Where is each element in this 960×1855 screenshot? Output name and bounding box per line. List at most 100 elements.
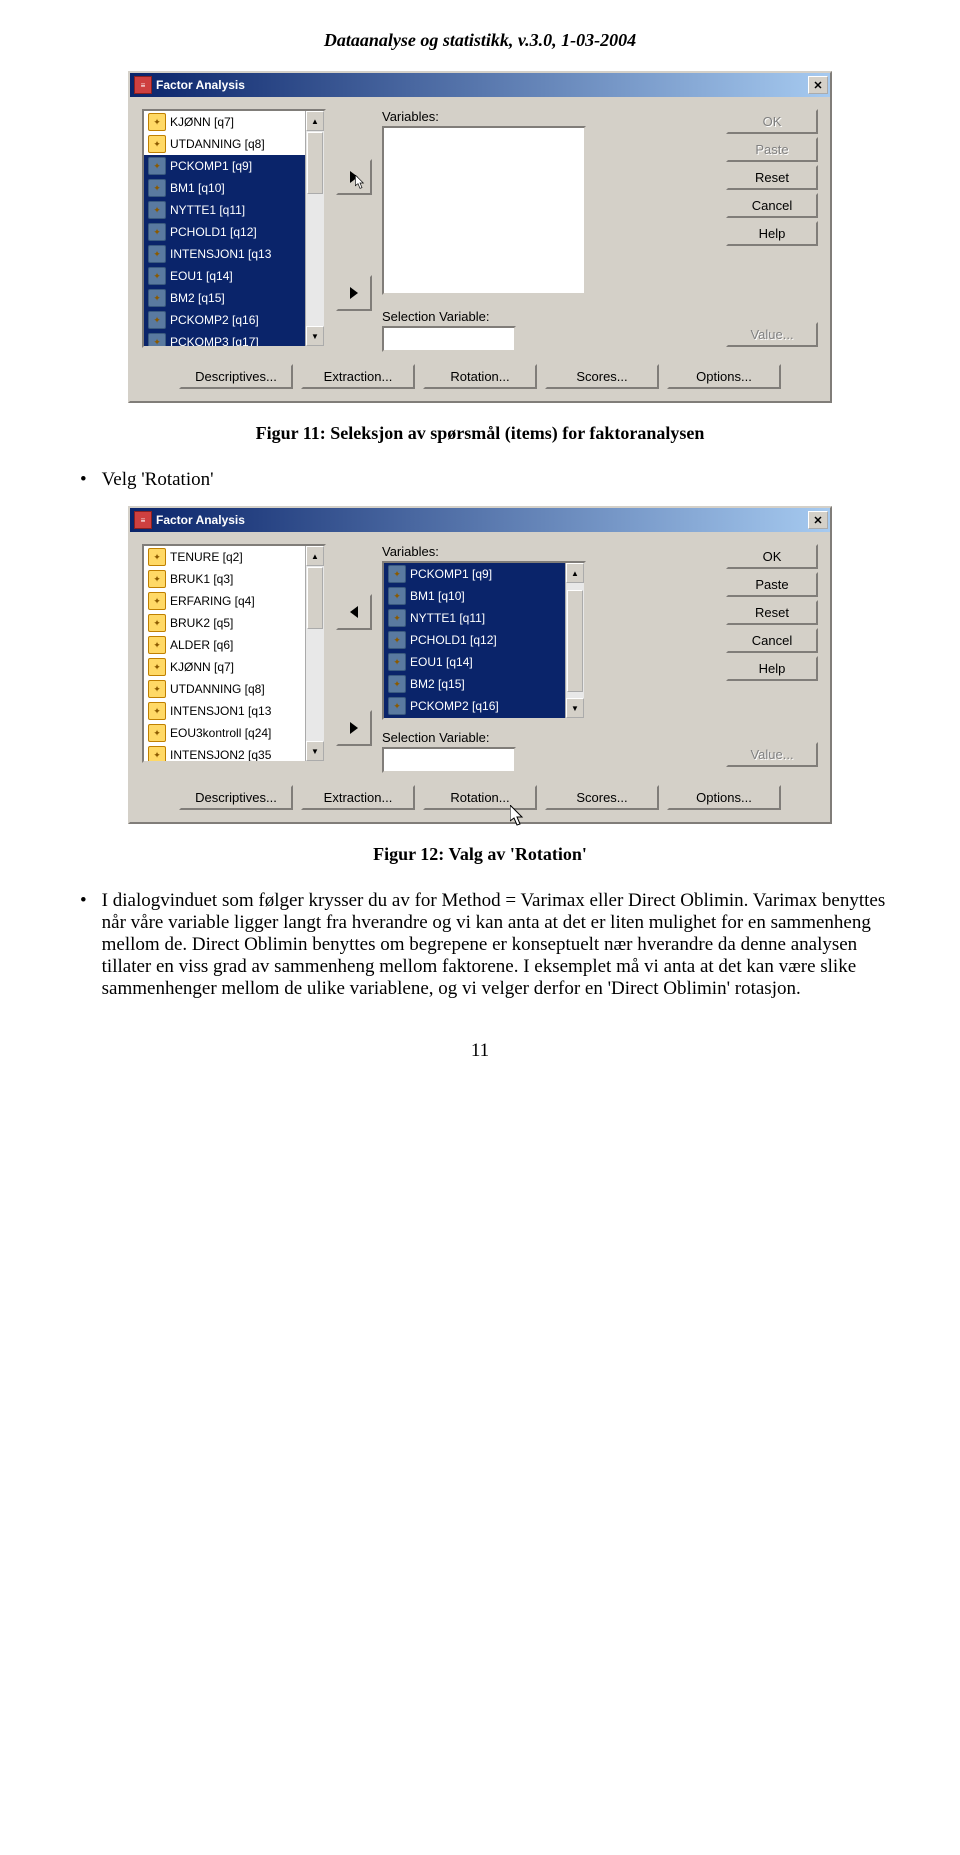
list-item[interactable]: PCKOMP1 [q9]: [384, 563, 584, 585]
list-item[interactable]: PCKOMP2 [q16]: [384, 695, 584, 717]
variable-icon: [148, 548, 166, 566]
move-selection-button[interactable]: [336, 275, 372, 311]
scroll-down-icon[interactable]: ▼: [566, 698, 584, 718]
source-variables-list[interactable]: TENURE [q2] BRUK1 [q3] ERFARING [q4] BRUK2 …: [142, 544, 326, 763]
source-variables-list[interactable]: KJØNN [q7] UTDANNING [q8] PCKOMP1 [q9] BM1 …: [142, 109, 326, 348]
list-item[interactable]: BM1 [q10]: [144, 177, 324, 199]
list-item[interactable]: KJØNN [q7]: [144, 111, 324, 133]
move-right-button[interactable]: [336, 159, 372, 195]
list-item-label: PCKOMP2 [q16]: [410, 699, 499, 713]
ok-button[interactable]: OK: [726, 544, 818, 569]
cancel-button[interactable]: Cancel: [726, 193, 818, 218]
title-bar[interactable]: ≡Factor Analysis ✕: [130, 508, 830, 532]
scroll-thumb[interactable]: [567, 590, 583, 692]
app-icon: ≡: [134, 76, 152, 94]
list-item-label: PCKOMP1 [q9]: [170, 159, 252, 173]
list-item[interactable]: PCHOLD1 [q12]: [384, 629, 584, 651]
scroll-down-icon[interactable]: ▼: [306, 326, 324, 346]
variable-icon: [388, 697, 406, 715]
paste-button[interactable]: Paste: [726, 572, 818, 597]
options-button[interactable]: Options...: [667, 364, 781, 389]
list-item-label: NYTTE1 [q11]: [170, 203, 245, 217]
list-item-label: PCKOMP2 [q16]: [170, 313, 259, 327]
descriptives-button[interactable]: Descriptives...: [179, 785, 293, 810]
list-item[interactable]: PCKOMP3 [q17]: [384, 717, 584, 720]
selection-variable-input[interactable]: [382, 326, 516, 352]
list-item[interactable]: BRUK2 [q5]: [144, 612, 324, 634]
list-item[interactable]: BM1 [q10]: [384, 585, 584, 607]
list-item[interactable]: UTDANNING [q8]: [144, 678, 324, 700]
list-item[interactable]: UTDANNING [q8]: [144, 133, 324, 155]
list-item-label: KJØNN [q7]: [170, 115, 234, 129]
list-item[interactable]: PCKOMP2 [q16]: [144, 309, 324, 331]
list-item[interactable]: PCHOLD1 [q12]: [144, 221, 324, 243]
list-item[interactable]: KJØNN [q7]: [144, 656, 324, 678]
list-item[interactable]: BRUK1 [q3]: [144, 568, 324, 590]
selection-variable-label: Selection Variable:: [382, 309, 586, 324]
list-item[interactable]: INTENSJON1 [q13: [144, 243, 324, 265]
variables-list[interactable]: PCKOMP1 [q9] BM1 [q10] NYTTE1 [q11] PCHOLD1…: [382, 561, 586, 720]
value-button[interactable]: Value...: [726, 742, 818, 767]
help-button[interactable]: Help: [726, 656, 818, 681]
reset-button[interactable]: Reset: [726, 600, 818, 625]
selection-variable-input[interactable]: [382, 747, 516, 773]
rotation-button[interactable]: Rotation...: [423, 364, 537, 389]
scroll-thumb[interactable]: [307, 132, 323, 194]
scroll-up-icon[interactable]: ▲: [566, 563, 584, 583]
list-item[interactable]: NYTTE1 [q11]: [144, 199, 324, 221]
list-item[interactable]: PCKOMP1 [q9]: [144, 155, 324, 177]
list-item[interactable]: PCKOMP3 [q17]: [144, 331, 324, 348]
list-item[interactable]: EOU1 [q14]: [384, 651, 584, 673]
variable-icon: [388, 719, 406, 720]
scroll-up-icon[interactable]: ▲: [306, 111, 324, 131]
list-item[interactable]: ERFARING [q4]: [144, 590, 324, 612]
list-item[interactable]: EOU3kontroll [q24]: [144, 722, 324, 744]
ok-button[interactable]: OK: [726, 109, 818, 134]
descriptives-button[interactable]: Descriptives...: [179, 364, 293, 389]
list-item[interactable]: INTENSJON1 [q13: [144, 700, 324, 722]
variable-icon: [148, 311, 166, 329]
list-item-label: TENURE [q2]: [170, 550, 243, 564]
variable-icon: [148, 570, 166, 588]
scrollbar[interactable]: ▲ ▼: [305, 111, 324, 346]
list-item[interactable]: BM2 [q15]: [384, 673, 584, 695]
scores-button[interactable]: Scores...: [545, 785, 659, 810]
list-item-label: NYTTE1 [q11]: [410, 611, 485, 625]
variables-label: Variables:: [382, 544, 586, 559]
variable-icon: [388, 675, 406, 693]
list-item[interactable]: ALDER [q6]: [144, 634, 324, 656]
extraction-button[interactable]: Extraction...: [301, 785, 415, 810]
variable-icon: [388, 653, 406, 671]
close-icon[interactable]: ✕: [808, 76, 828, 94]
move-selection-button[interactable]: [336, 710, 372, 746]
list-item-label: UTDANNING [q8]: [170, 137, 265, 151]
list-item-label: ERFARING [q4]: [170, 594, 255, 608]
scores-button[interactable]: Scores...: [545, 364, 659, 389]
scroll-down-icon[interactable]: ▼: [306, 741, 324, 761]
list-item[interactable]: NYTTE1 [q11]: [384, 607, 584, 629]
list-item[interactable]: TENURE [q2]: [144, 546, 324, 568]
list-item[interactable]: INTENSJON2 [q35: [144, 744, 324, 763]
rotation-button[interactable]: Rotation...: [423, 785, 537, 810]
dialog-title: Factor Analysis: [156, 78, 245, 92]
variables-list[interactable]: [382, 126, 586, 295]
scrollbar[interactable]: ▲ ▼: [565, 563, 584, 718]
title-bar[interactable]: ≡ Factor Analysis ✕: [130, 73, 830, 97]
list-item[interactable]: BM2 [q15]: [144, 287, 324, 309]
bullet-item: I dialogvinduet som følger krysser du av…: [80, 890, 910, 1000]
move-left-button[interactable]: [336, 594, 372, 630]
value-button[interactable]: Value...: [726, 322, 818, 347]
close-icon[interactable]: ✕: [808, 511, 828, 529]
list-item-label: BM1 [q10]: [410, 589, 465, 603]
cancel-button[interactable]: Cancel: [726, 628, 818, 653]
extraction-button[interactable]: Extraction...: [301, 364, 415, 389]
options-button[interactable]: Options...: [667, 785, 781, 810]
paste-button[interactable]: Paste: [726, 137, 818, 162]
scrollbar[interactable]: ▲ ▼: [305, 546, 324, 761]
help-button[interactable]: Help: [726, 221, 818, 246]
list-item[interactable]: EOU1 [q14]: [144, 265, 324, 287]
variable-icon: [148, 636, 166, 654]
scroll-thumb[interactable]: [307, 567, 323, 629]
scroll-up-icon[interactable]: ▲: [306, 546, 324, 566]
reset-button[interactable]: Reset: [726, 165, 818, 190]
